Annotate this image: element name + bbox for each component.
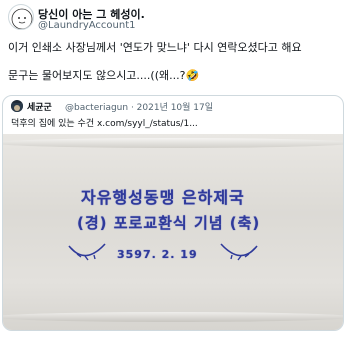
cartoon-face-icon xyxy=(11,8,33,29)
towel-embroidery-line-2: (경) 포로교환식 기념 (축) xyxy=(77,214,261,232)
towel-photo[interactable]: 자유행성동맹 은하제국 (경) 포로교환식 기념 (축) 3597. 2. 19 xyxy=(3,134,343,330)
quoted-tweet[interactable]: 세균군 @bacteriagun · 2021년 10월 17일 덕후의 집에 … xyxy=(2,95,344,331)
towel-embroidery-date: 3597. 2. 19 xyxy=(117,248,198,261)
tweet-text-line-2: 문구는 물어보지도 않으시고....((왜...?🤣 xyxy=(8,69,200,82)
quoted-text: 덕후의 집에 있는 수건 x.com/syyl_/status/1... xyxy=(11,119,198,129)
left-laurel-icon xyxy=(68,243,106,261)
quoted-avatar[interactable] xyxy=(11,100,23,112)
right-laurel-icon xyxy=(220,243,258,261)
avatar-image-icon xyxy=(11,103,23,112)
towel-fold xyxy=(3,312,343,322)
avatar[interactable] xyxy=(8,4,34,30)
tweet-header: 당신이 아는 그 헤성이. @LaundryAccount1 xyxy=(8,4,352,32)
quoted-author-name[interactable]: 세균군 xyxy=(27,100,52,113)
towel-fold xyxy=(3,138,343,148)
quoted-meta: @bacteriagun · 2021년 10월 17일 xyxy=(65,103,214,113)
towel-embroidery-line-1: 자유행성동맹 은하제국 xyxy=(81,188,245,207)
tweet-text-line-1: 이거 인쇄소 사장님께서 '연도가 맞느냐' 다시 연락오셨다고 해요 xyxy=(8,41,302,54)
author-handle[interactable]: @LaundryAccount1 xyxy=(38,20,136,31)
